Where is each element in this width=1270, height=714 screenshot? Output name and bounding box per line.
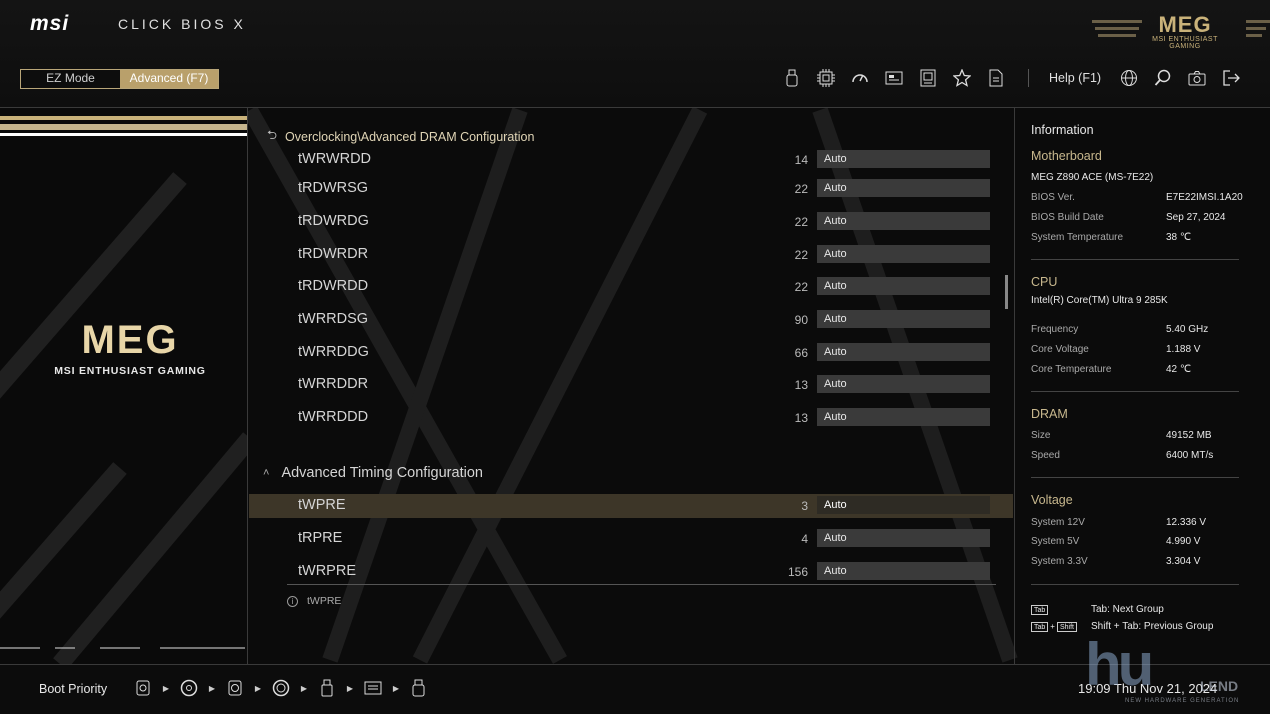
product-title: CLICK BIOS X	[118, 16, 246, 32]
breadcrumb-path: Overclocking\Advanced DRAM Configuration	[285, 129, 535, 144]
memory-icon[interactable]	[918, 68, 938, 88]
usb-cd-icon[interactable]	[226, 679, 244, 697]
star-icon[interactable]	[952, 68, 972, 88]
exit-icon[interactable]	[1221, 68, 1241, 88]
network-icon[interactable]	[364, 679, 382, 697]
camera-icon[interactable]	[1187, 68, 1207, 88]
section-divider	[1031, 259, 1239, 260]
gauge-icon[interactable]	[850, 68, 870, 88]
settings-list: tWRWRDD 14 Auto tRDWRSG 22 Auto tRDWRDG …	[249, 144, 1013, 584]
information-panel: Information Motherboard MEG Z890 ACE (MS…	[1014, 108, 1270, 664]
cpu-model: Intel(R) Core(TM) Ultra 9 285K	[1031, 295, 1168, 306]
ez-mode-tab[interactable]: EZ Mode	[21, 70, 120, 88]
motherboard-heading: Motherboard	[1031, 149, 1102, 163]
section-divider	[1031, 391, 1239, 392]
setting-row[interactable]: tWRRDDR 13 Auto	[249, 373, 1013, 397]
msi-logo: msi	[30, 12, 70, 35]
meg-logo: MEG MSI ENTHUSIAST GAMING	[1152, 12, 1218, 50]
meg-wordmark: MEG	[81, 318, 179, 362]
key-hint-tab: Tab Tab: Next Group	[1031, 604, 1164, 615]
hint-divider	[287, 584, 996, 585]
section-divider	[1031, 584, 1239, 585]
setting-row[interactable]: tWRRDDD 13 Auto	[249, 406, 1013, 430]
dram-heading: DRAM	[1031, 407, 1068, 421]
watermark-logo: hu LEND NEW HARDWARE GENERATION	[1085, 631, 1240, 704]
toolbar-divider	[1028, 69, 1029, 87]
setting-row[interactable]: tRDWRDD 22 Auto	[249, 275, 1013, 299]
setting-row[interactable]: tRDWRDR 22 Auto	[249, 243, 1013, 267]
info-icon: i	[287, 595, 298, 607]
help-hint: i tWPRE	[287, 595, 341, 607]
motherboard-model: MEG Z890 ACE (MS-7E22)	[1031, 172, 1154, 183]
value-field[interactable]: Auto	[817, 310, 990, 328]
usb-icon[interactable]	[782, 68, 802, 88]
hint-text: tWPRE	[307, 595, 342, 607]
arrow-right-icon: ▶	[300, 683, 308, 693]
info-title: Information	[1031, 123, 1094, 137]
decor-stripes	[1246, 20, 1270, 42]
meg-emblem: MEG MSI ENTHUSIAST GAMING	[40, 318, 220, 377]
section-divider	[1031, 477, 1239, 478]
value-field[interactable]: Auto	[817, 212, 990, 230]
left-logo-panel: MEG MSI ENTHUSIAST GAMING	[0, 108, 248, 664]
setting-row-selected[interactable]: tWPRE 3 Auto	[249, 494, 1013, 518]
tab-key-icon: Tab	[1031, 621, 1049, 632]
group-advanced-timing[interactable]: ˄ Advanced Timing Configuration	[263, 465, 483, 481]
value-field[interactable]: Auto	[817, 529, 990, 547]
setting-row[interactable]: tRDWRSG 22 Auto	[249, 177, 1013, 201]
value-field[interactable]: Auto	[817, 277, 990, 295]
boot-priority-list: ▶ ▶ ▶ ▶ ▶ ▶	[134, 679, 428, 697]
panel-art	[0, 172, 247, 664]
setting-row[interactable]: tRDWRDG 22 Auto	[249, 210, 1013, 234]
cpu-heading: CPU	[1031, 275, 1058, 289]
shift-key-icon: Shift	[1056, 621, 1077, 632]
setting-row[interactable]: tWRWRDD 14 Auto	[249, 148, 1013, 172]
setting-row[interactable]: tWRRDDG 66 Auto	[249, 341, 1013, 365]
usb-floppy-icon[interactable]	[410, 679, 428, 697]
disk-icon[interactable]	[272, 679, 290, 697]
arrow-right-icon: ▶	[254, 683, 262, 693]
advanced-mode-tab[interactable]: Advanced (F7)	[120, 70, 218, 88]
value-field[interactable]: Auto	[817, 562, 990, 580]
arrow-right-icon: ▶	[208, 683, 216, 693]
search-icon[interactable]	[1153, 68, 1173, 88]
value-field[interactable]: Auto	[817, 245, 990, 263]
help-button[interactable]: Help (F1)	[1049, 71, 1101, 85]
arrow-right-icon: ▶	[392, 683, 400, 693]
value-field[interactable]: Auto	[817, 179, 990, 197]
settings-main: ⮌ Overclocking\Advanced DRAM Configurati…	[249, 108, 1013, 664]
value-field[interactable]: Auto	[817, 375, 990, 393]
value-field[interactable]: Auto	[817, 343, 990, 361]
meg-tagline: MSI ENTHUSIAST GAMING	[54, 365, 206, 377]
arrow-right-icon: ▶	[346, 683, 354, 693]
toolbar: Help (F1)	[782, 68, 1255, 88]
decor-stripes	[1092, 20, 1142, 42]
globe-icon[interactable]	[1119, 68, 1139, 88]
usb-key-icon[interactable]	[318, 679, 336, 697]
arrow-right-icon: ▶	[162, 683, 170, 693]
setting-row[interactable]: tWRPRE 156 Auto	[249, 560, 1013, 584]
footer-bar: Boot Priority ▶ ▶ ▶ ▶ ▶ ▶ 19:09 Thu Nov …	[0, 664, 1270, 714]
voltage-heading: Voltage	[1031, 493, 1073, 507]
value-field[interactable]: Auto	[817, 496, 990, 514]
cd-icon[interactable]	[180, 679, 198, 697]
value-field[interactable]: Auto	[817, 408, 990, 426]
header-bar: msi CLICK BIOS X MEG MSI ENTHUSIAST GAMI…	[0, 0, 1270, 108]
chevron-up-icon: ˄	[263, 467, 270, 479]
setting-row[interactable]: tRPRE 4 Auto	[249, 527, 1013, 551]
value-field[interactable]: Auto	[817, 150, 990, 168]
mode-switch: EZ Mode Advanced (F7)	[20, 69, 219, 89]
tab-key-icon: Tab	[1031, 604, 1049, 615]
boot-priority-label: Boot Priority	[39, 682, 108, 696]
group-title: Advanced Timing Configuration	[281, 465, 483, 481]
cpu-icon[interactable]	[816, 68, 836, 88]
usb-hdd-icon[interactable]	[134, 679, 152, 697]
setting-row[interactable]: tWRRDSG 90 Auto	[249, 308, 1013, 332]
scrollbar-thumb[interactable]	[1005, 275, 1008, 309]
monitor-icon[interactable]	[884, 68, 904, 88]
document-icon[interactable]	[986, 68, 1006, 88]
